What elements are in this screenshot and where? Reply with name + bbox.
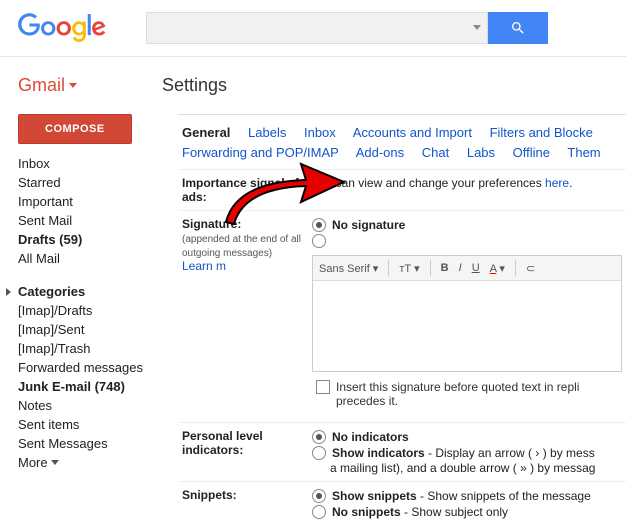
nav-more[interactable]: More (18, 453, 178, 472)
radio-no-signature[interactable] (312, 218, 326, 232)
radio-no-indicators[interactable] (312, 430, 326, 444)
search-button[interactable] (488, 12, 548, 44)
tab-offline[interactable]: Offline (513, 145, 550, 160)
bold-button[interactable]: B (441, 262, 449, 274)
nav-important[interactable]: Important (18, 192, 178, 211)
signature-label: Signature: (appended at the end of all o… (182, 217, 312, 416)
italic-button[interactable]: I (459, 262, 462, 274)
no-indicators-label: No indicators (332, 430, 409, 444)
signature-editor: Sans Serif ▾ тТ ▾ B I U A ▾ ⊂ (312, 255, 622, 372)
nav-notes[interactable]: Notes (18, 396, 178, 415)
tab-forwarding[interactable]: Forwarding and POP/IMAP (182, 145, 339, 160)
underline-button[interactable]: U (472, 262, 480, 274)
search-input[interactable] (146, 12, 488, 44)
tab-themes[interactable]: Them (567, 145, 600, 160)
nav-imap-drafts[interactable]: [Imap]/Drafts (18, 301, 178, 320)
radio-no-snippets[interactable] (312, 505, 326, 519)
personal-level-label: Personal level indicators: (182, 429, 312, 475)
tab-labels[interactable]: Labels (248, 125, 286, 140)
nav-forwarded[interactable]: Forwarded messages (18, 358, 178, 377)
no-signature-label: No signature (332, 218, 405, 232)
importance-label: Importance signals for ads: (182, 176, 312, 204)
chevron-down-icon (51, 460, 59, 465)
importance-here-link[interactable]: here (545, 176, 569, 190)
gmail-label: Gmail (18, 75, 65, 96)
tab-filters[interactable]: Filters and Blocke (490, 125, 593, 140)
snippets-label: Snippets: (182, 488, 312, 520)
tab-addons[interactable]: Add-ons (356, 145, 404, 160)
nav-inbox[interactable]: Inbox (18, 154, 178, 173)
nav-imap-sent[interactable]: [Imap]/Sent (18, 320, 178, 339)
radio-custom-signature[interactable] (312, 234, 326, 248)
nav-imap-trash[interactable]: [Imap]/Trash (18, 339, 178, 358)
google-logo[interactable] (18, 13, 106, 43)
font-dropdown[interactable]: Sans Serif ▾ (319, 262, 378, 275)
indicators-desc2: a mailing list), and a double arrow ( » … (312, 461, 622, 475)
tab-inbox[interactable]: Inbox (304, 125, 336, 140)
chevron-down-icon (69, 83, 77, 88)
signature-textarea[interactable] (313, 281, 621, 371)
importance-text: You can view and change your preferences… (312, 176, 622, 204)
tab-accounts[interactable]: Accounts and Import (353, 125, 472, 140)
nav-sent-items[interactable]: Sent items (18, 415, 178, 434)
nav-all-mail[interactable]: All Mail (18, 249, 178, 268)
nav-starred[interactable]: Starred (18, 173, 178, 192)
page-title: Settings (162, 75, 227, 96)
nav-sent-messages[interactable]: Sent Messages (18, 434, 178, 453)
radio-show-indicators[interactable] (312, 446, 326, 460)
search-options-dropdown[interactable] (473, 25, 481, 30)
tab-general[interactable]: General (182, 125, 230, 140)
link-button[interactable]: ⊂ (526, 262, 535, 275)
insert-before-checkbox[interactable] (316, 380, 330, 394)
text-color-button[interactable]: A ▾ (490, 262, 505, 275)
radio-show-snippets[interactable] (312, 489, 326, 503)
insert-before-label: Insert this signature before quoted text… (336, 380, 579, 408)
nav-sent-mail[interactable]: Sent Mail (18, 211, 178, 230)
font-size-button[interactable]: тТ ▾ (399, 262, 419, 275)
signature-learn-link[interactable]: Learn m (182, 259, 226, 273)
settings-tabs: General Labels Inbox Accounts and Import… (178, 123, 626, 169)
compose-button[interactable]: COMPOSE (18, 114, 132, 144)
nav-junk[interactable]: Junk E-mail (748) (18, 377, 178, 396)
nav-drafts[interactable]: Drafts (59) (18, 230, 178, 249)
tab-chat[interactable]: Chat (422, 145, 449, 160)
search-icon (510, 20, 526, 36)
tab-labs[interactable]: Labs (467, 145, 495, 160)
nav-categories[interactable]: Categories (18, 282, 178, 301)
gmail-dropdown[interactable]: Gmail (18, 75, 77, 96)
